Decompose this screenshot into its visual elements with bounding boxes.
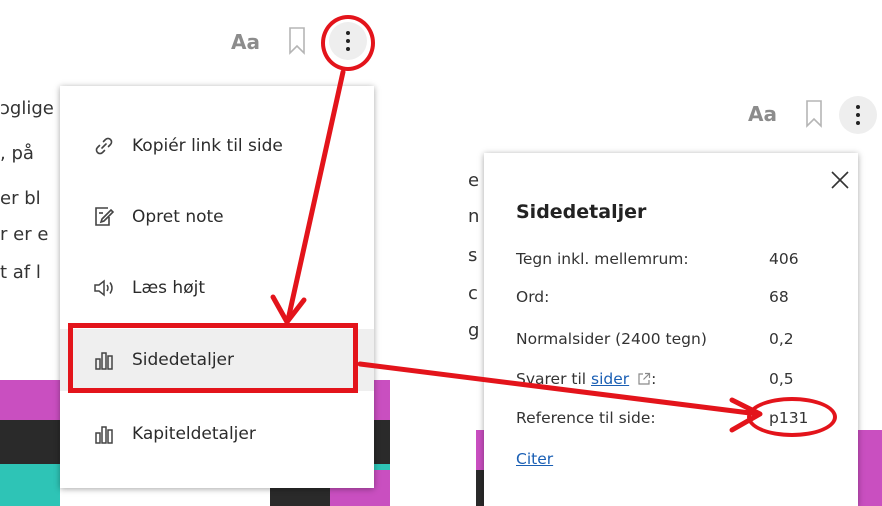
background-text-line: c	[468, 283, 478, 304]
background-text-line: , på	[0, 143, 34, 164]
menu-item-label: Kopiér link til side	[132, 136, 283, 156]
font-settings-button[interactable]: Aa	[748, 102, 777, 126]
annotation-circle-more-button	[321, 15, 375, 71]
bookmark-icon[interactable]	[805, 100, 823, 132]
font-settings-button[interactable]: Aa	[231, 30, 260, 54]
background-text-line: t af l	[0, 262, 41, 283]
background-text-line: er bl	[0, 188, 41, 209]
external-link-icon	[637, 372, 651, 390]
row-label-suffix: :	[651, 370, 657, 388]
link-icon	[92, 134, 116, 158]
row-value: 0,2	[769, 330, 794, 348]
row-label: Tegn inkl. mellemrum:	[516, 250, 689, 268]
note-edit-icon	[92, 205, 116, 229]
row-value: 68	[769, 288, 789, 306]
page-details-panel: Sidedetaljer Tegn inkl. mellemrum: 406 O…	[484, 153, 858, 506]
row-label: Normalsider (2400 tegn)	[516, 330, 707, 348]
menu-item-copy-link[interactable]: Kopiér link til side	[60, 116, 374, 176]
background-text-line: e	[468, 170, 480, 191]
annotation-circle-reference	[747, 397, 837, 437]
annotation-box-page-details	[68, 323, 358, 393]
menu-item-label: Opret note	[132, 207, 224, 227]
menu-item-chapter-details[interactable]: Kapiteldetaljer	[60, 404, 374, 464]
menu-item-label: Kapiteldetaljer	[132, 424, 256, 444]
background-text-line: ɔglige	[0, 98, 54, 119]
menu-item-create-note[interactable]: Opret note	[60, 187, 374, 247]
background-text-line: n	[468, 206, 480, 227]
row-value: 0,5	[769, 370, 794, 388]
pages-equivalent-label: Svarer til sider :	[516, 370, 656, 390]
cover-art	[0, 380, 60, 506]
cover-art	[858, 430, 882, 506]
background-text-line: r er e	[0, 224, 49, 245]
menu-item-read-aloud[interactable]: Læs højt	[60, 258, 374, 318]
more-vertical-icon[interactable]	[839, 96, 877, 134]
background-text-line: g	[468, 320, 480, 341]
close-icon[interactable]	[827, 167, 853, 193]
row-label: Ord:	[516, 288, 550, 306]
row-label-prefix: Svarer til	[516, 370, 591, 388]
bookmark-icon[interactable]	[288, 27, 306, 59]
page-options-menu: Kopiér link til side Opret note Læs højt…	[60, 86, 374, 488]
pages-link[interactable]: sider	[591, 370, 629, 388]
menu-item-label: Læs højt	[132, 278, 205, 298]
row-label: Reference til side:	[516, 409, 656, 427]
background-text-line: s	[468, 245, 478, 266]
row-value: 406	[769, 250, 799, 268]
speaker-icon	[92, 276, 116, 300]
bar-chart-icon	[92, 422, 116, 446]
cite-link[interactable]: Citer	[516, 450, 553, 468]
panel-title: Sidedetaljer	[516, 201, 647, 223]
